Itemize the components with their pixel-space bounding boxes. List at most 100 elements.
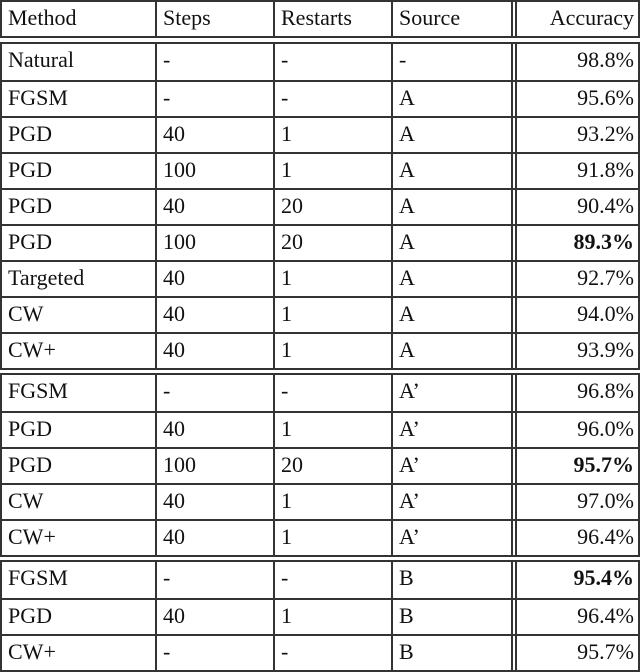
table-row: PGD 100 20 A 89.3% xyxy=(2,224,638,260)
cell-steps: - xyxy=(157,375,275,411)
results-table: Method Steps Restarts Source Accuracy Na… xyxy=(0,0,640,672)
cell-restarts: - xyxy=(275,562,393,598)
cell-restarts: 1 xyxy=(275,521,393,555)
table-row: CW 40 1 A’ 97.0% xyxy=(2,483,638,519)
cell-method: PGD xyxy=(2,226,157,260)
cell-method: PGD xyxy=(2,600,157,634)
header-restarts: Restarts xyxy=(275,2,393,36)
cell-accuracy: 98.8% xyxy=(577,47,634,72)
cell-accuracy: 92.7% xyxy=(577,265,634,290)
cell-method: CW+ xyxy=(2,521,157,555)
cell-method: CW+ xyxy=(2,636,157,670)
table-row: PGD 100 1 A 91.8% xyxy=(2,152,638,188)
cell-source: A’ xyxy=(393,449,513,483)
header-method: Method xyxy=(2,2,157,36)
cell-restarts: - xyxy=(275,44,393,80)
row-group-3: FGSM - - B 95.4% PGD 40 1 B 96.4% CW+ - - B 95.7% xyxy=(0,560,640,672)
cell-method: PGD xyxy=(2,413,157,447)
table-row: PGD 40 20 A 90.4% xyxy=(2,188,638,224)
cell-restarts: 1 xyxy=(275,298,393,332)
cell-steps: - xyxy=(157,562,275,598)
table-row: PGD 40 1 A 93.2% xyxy=(2,116,638,152)
cell-steps: - xyxy=(157,44,275,80)
cell-accuracy: 95.7% xyxy=(577,639,634,664)
cell-accuracy: 96.8% xyxy=(577,378,634,403)
cell-method: FGSM xyxy=(2,82,157,116)
cell-restarts: - xyxy=(275,636,393,670)
cell-restarts: 1 xyxy=(275,154,393,188)
cell-method: PGD xyxy=(2,449,157,483)
cell-source: A xyxy=(393,82,513,116)
cell-source: A’ xyxy=(393,485,513,519)
cell-source: A’ xyxy=(393,375,513,411)
cell-steps: 40 xyxy=(157,334,275,368)
cell-method: CW xyxy=(2,298,157,332)
table-row: PGD 40 1 B 96.4% xyxy=(2,598,638,634)
cell-method: PGD xyxy=(2,118,157,152)
cell-accuracy: 93.2% xyxy=(577,121,634,146)
table-row: CW+ 40 1 A 93.9% xyxy=(2,332,638,368)
table-row: Targeted 40 1 A 92.7% xyxy=(2,260,638,296)
cell-source: A xyxy=(393,118,513,152)
cell-accuracy: 90.4% xyxy=(577,193,634,218)
cell-method: CW xyxy=(2,485,157,519)
cell-steps: - xyxy=(157,82,275,116)
cell-method: FGSM xyxy=(2,562,157,598)
header-source: Source xyxy=(393,2,513,36)
cell-restarts: - xyxy=(275,375,393,411)
cell-source: A’ xyxy=(393,521,513,555)
cell-accuracy: 94.0% xyxy=(577,301,634,326)
cell-steps: 40 xyxy=(157,118,275,152)
cell-method: CW+ xyxy=(2,334,157,368)
table-row: CW 40 1 A 94.0% xyxy=(2,296,638,332)
cell-steps: 100 xyxy=(157,449,275,483)
cell-source: B xyxy=(393,600,513,634)
cell-restarts: 20 xyxy=(275,226,393,260)
cell-restarts: 1 xyxy=(275,334,393,368)
cell-source: B xyxy=(393,562,513,598)
cell-accuracy: 95.4% xyxy=(573,565,635,590)
table-row: FGSM - - A’ 96.8% xyxy=(2,375,638,411)
table-row: CW+ 40 1 A’ 96.4% xyxy=(2,519,638,555)
cell-steps: 100 xyxy=(157,154,275,188)
cell-source: B xyxy=(393,636,513,670)
cell-steps: 40 xyxy=(157,413,275,447)
cell-steps: 40 xyxy=(157,600,275,634)
cell-steps: 100 xyxy=(157,226,275,260)
cell-method: PGD xyxy=(2,154,157,188)
cell-source: - xyxy=(393,44,513,80)
cell-method: FGSM xyxy=(2,375,157,411)
cell-accuracy: 96.0% xyxy=(577,416,634,441)
cell-source: A xyxy=(393,226,513,260)
table-row: FGSM - - B 95.4% xyxy=(2,562,638,598)
cell-restarts: 1 xyxy=(275,118,393,152)
table-header: Method Steps Restarts Source Accuracy xyxy=(0,0,640,38)
cell-accuracy: 95.7% xyxy=(573,452,635,477)
cell-source: A xyxy=(393,262,513,296)
row-group-1: Natural - - -98.8% FGSM - - A 95.6% PGD 40 1 A 93.2% P… xyxy=(0,42,640,370)
table-body: Natural - - -98.8% FGSM - - A 95.6% PGD 40 1 A 93.2% P… xyxy=(0,42,640,672)
cell-restarts: 1 xyxy=(275,413,393,447)
cell-source: A xyxy=(393,334,513,368)
cell-restarts: - xyxy=(275,82,393,116)
cell-restarts: 20 xyxy=(275,190,393,224)
row-group-2: FGSM - - A’ 96.8% PGD 40 1 A’ 96.0% PGD 100 20 A’ 95.7… xyxy=(0,373,640,557)
cell-restarts: 20 xyxy=(275,449,393,483)
cell-accuracy: 91.8% xyxy=(577,157,634,182)
cell-steps: 40 xyxy=(157,298,275,332)
cell-accuracy: 96.4% xyxy=(577,603,634,628)
cell-method: PGD xyxy=(2,190,157,224)
cell-restarts: 1 xyxy=(275,485,393,519)
cell-steps: - xyxy=(157,636,275,670)
table-row: PGD 100 20 A’ 95.7% xyxy=(2,447,638,483)
header-steps: Steps xyxy=(157,2,275,36)
cell-source: A xyxy=(393,154,513,188)
table-row: CW+ - - B 95.7% xyxy=(2,634,638,670)
cell-accuracy: 95.6% xyxy=(577,85,634,110)
table-row: PGD 40 1 A’ 96.0% xyxy=(2,411,638,447)
cell-accuracy: 89.3% xyxy=(573,229,635,254)
cell-source: A xyxy=(393,190,513,224)
header-accuracy: Accuracy xyxy=(549,5,634,30)
cell-steps: 40 xyxy=(157,190,275,224)
cell-accuracy: 93.9% xyxy=(577,337,634,362)
